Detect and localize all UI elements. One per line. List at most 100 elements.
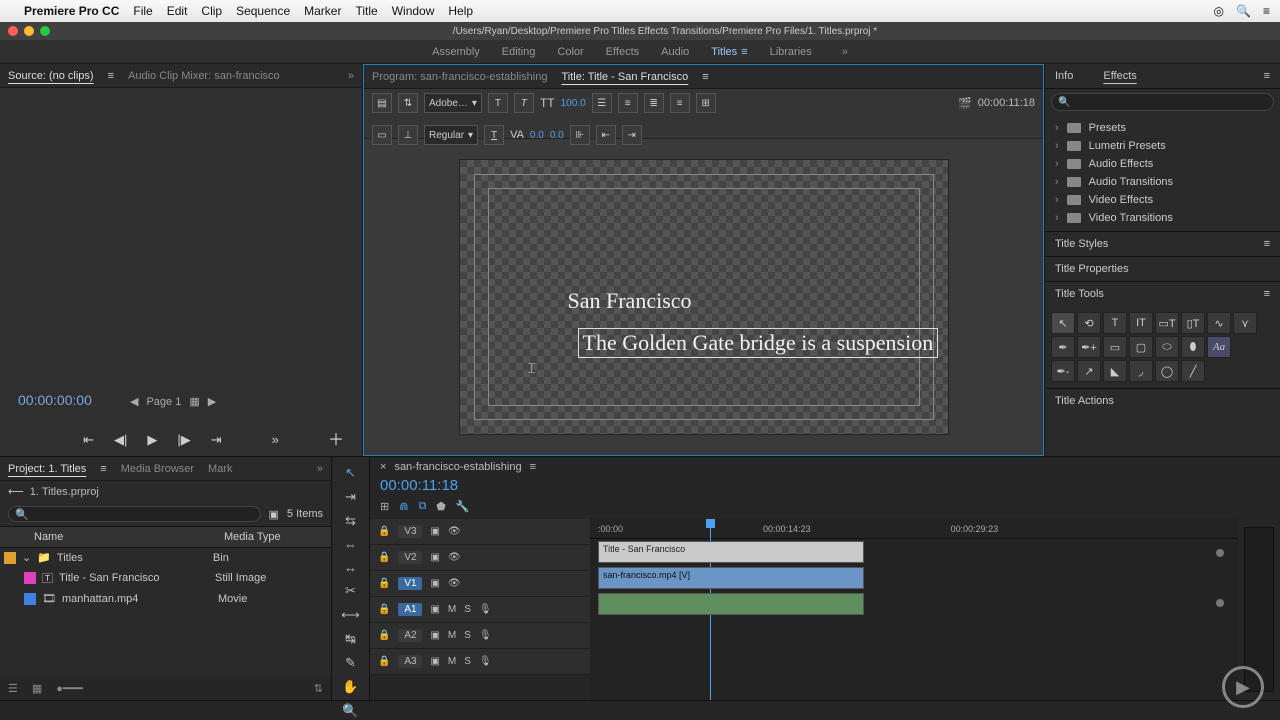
line-tool-icon[interactable]: ╱ <box>1181 360 1205 382</box>
ripple-edit-icon[interactable]: ⇆ <box>345 513 356 529</box>
zoom-slider[interactable]: ●━━━ <box>56 682 83 695</box>
bold-icon[interactable]: T <box>488 93 508 113</box>
linked-selection-icon[interactable]: ⧉ <box>418 500 426 513</box>
title-canvas[interactable]: San Francisco The Golden Gate bridge is … <box>459 159 949 435</box>
prev-page-icon[interactable]: ◀ <box>130 395 138 408</box>
solo-icon[interactable]: S <box>464 656 471 667</box>
step-forward-icon[interactable]: |▶ <box>177 432 190 448</box>
track-v1[interactable]: V1 <box>398 577 422 590</box>
record-icon[interactable]: 🎙 <box>479 604 492 615</box>
cc-icon[interactable]: ◎ <box>1214 4 1224 18</box>
lock-icon[interactable]: 🔒 <box>378 656 390 667</box>
path-type-tool-icon[interactable]: ∿ <box>1207 312 1231 334</box>
media-browser-tab[interactable]: Media Browser <box>121 463 194 475</box>
track-a2[interactable]: A2 <box>398 629 422 642</box>
go-to-in-icon[interactable]: ⇤ <box>83 432 94 448</box>
menu-edit[interactable]: Edit <box>167 4 188 18</box>
section-title-styles[interactable]: Title Styles≡ <box>1045 231 1280 256</box>
folder-lumetri[interactable]: Lumetri Presets <box>1045 137 1280 155</box>
clip-title[interactable]: Title - San Francisco <box>598 541 864 563</box>
marker-icon[interactable]: ⬟ <box>436 500 446 513</box>
tab-titles[interactable]: Titles <box>711 46 747 58</box>
selection-tool-icon[interactable]: ↖ <box>1051 312 1075 334</box>
arc-tool-icon[interactable]: ◞ <box>1129 360 1153 382</box>
section-title-tools[interactable]: Title Tools≡ <box>1045 281 1280 306</box>
source-timecode[interactable]: 00:00:00:00 <box>18 392 92 408</box>
panel-menu-icon[interactable]: ≡ <box>100 463 106 475</box>
sync-lock-icon[interactable]: ▣ <box>430 630 439 641</box>
rolling-edit-icon[interactable]: ⇔ <box>344 537 357 552</box>
sync-lock-icon[interactable]: ▣ <box>430 552 439 563</box>
mark-tab[interactable]: Mark <box>208 463 232 475</box>
tab-effects[interactable]: Effects <box>606 46 639 58</box>
slip-tool-icon[interactable]: ⟷ <box>341 607 360 623</box>
align-right-icon[interactable]: ≡ <box>670 93 690 113</box>
vertical-path-type-icon[interactable]: ⋎ <box>1233 312 1257 334</box>
rotate-tool-icon[interactable]: ⟲ <box>1077 312 1101 334</box>
tab-color[interactable]: Color <box>557 46 583 58</box>
timeline-track-area[interactable]: :00:00 00:00:14:23 00:00:29:23 Title - S… <box>590 519 1238 700</box>
clip-video[interactable]: san-francisco.mp4 [V] <box>598 567 864 589</box>
scroll-thumb[interactable] <box>1216 549 1224 557</box>
rounded-rect-tool-icon[interactable]: ▢ <box>1129 336 1153 358</box>
step-back-icon[interactable]: ◀| <box>114 432 127 448</box>
overflow-icon[interactable]: » <box>842 46 848 58</box>
pen-tool-icon[interactable]: ✎ <box>345 655 356 671</box>
delete-anchor-icon[interactable]: ✒- <box>1051 360 1075 382</box>
minimize-window-button[interactable] <box>24 26 34 36</box>
sort-icon[interactable]: ⇅ <box>314 682 323 695</box>
solo-icon[interactable]: S <box>464 630 471 641</box>
leading-icon[interactable]: ☰ <box>592 93 612 113</box>
search-icon[interactable]: 🔍 <box>1236 4 1251 18</box>
font-size-value[interactable]: 100.0 <box>561 98 586 109</box>
record-icon[interactable]: 🎙 <box>479 656 492 667</box>
folder-video-effects[interactable]: Video Effects <box>1045 191 1280 209</box>
col-media-type[interactable]: Media Type <box>218 527 287 547</box>
menu-help[interactable]: Help <box>448 4 473 18</box>
list-view-icon[interactable]: ☰ <box>8 682 18 695</box>
slide-tool-icon[interactable]: ↹ <box>345 631 356 647</box>
icon-view-icon[interactable]: ▦ <box>32 682 42 695</box>
sync-lock-icon[interactable]: ▣ <box>430 578 439 589</box>
align-left-icon[interactable]: ≡ <box>618 93 638 113</box>
track-a3[interactable]: A3 <box>398 655 422 668</box>
menu-window[interactable]: Window <box>392 4 435 18</box>
type-tool-icon[interactable]: T <box>1103 312 1127 334</box>
sync-lock-icon[interactable]: ▣ <box>430 604 439 615</box>
add-button[interactable]: ＋ <box>328 426 344 450</box>
align-center-icon[interactable]: ≣ <box>644 93 664 113</box>
lock-icon[interactable]: 🔒 <box>378 604 390 615</box>
rounded-rect2-icon[interactable]: ⬮ <box>1181 336 1205 358</box>
clipped-rect-tool-icon[interactable]: ⬭ <box>1155 336 1179 358</box>
lock-icon[interactable]: 🔒 <box>378 526 390 537</box>
ellipse-tool-icon[interactable]: ◯ <box>1155 360 1179 382</box>
menu-marker[interactable]: Marker <box>304 4 341 18</box>
sync-lock-icon[interactable]: ▣ <box>430 526 439 537</box>
zoom-tool-icon[interactable]: 🔍 <box>342 703 358 719</box>
wedge-tool-icon[interactable]: ◣ <box>1103 360 1127 382</box>
template-icon[interactable]: ▤ <box>372 93 392 113</box>
menu-sequence[interactable]: Sequence <box>236 4 290 18</box>
info-tab[interactable]: Info <box>1055 70 1073 82</box>
title-text-sub[interactable]: The Golden Gate bridge is a suspension <box>578 328 939 358</box>
title-text-main[interactable]: San Francisco <box>568 288 692 314</box>
folder-audio-effects[interactable]: Audio Effects <box>1045 155 1280 173</box>
roll-icon[interactable]: ⇅ <box>398 93 418 113</box>
mute-icon[interactable]: M <box>448 604 456 615</box>
back-icon[interactable]: ⟵ <box>8 485 24 498</box>
rate-stretch-icon[interactable]: ↔ <box>344 560 357 575</box>
overflow-icon[interactable]: » <box>317 463 323 475</box>
tab-libraries[interactable]: Libraries <box>770 46 812 58</box>
play-overlay-icon[interactable]: ▶ <box>1222 666 1264 708</box>
panel-menu-icon[interactable]: ≡ <box>702 71 708 83</box>
settings-icon[interactable]: 🔧 <box>456 500 470 513</box>
effects-search-input[interactable]: 🔍 <box>1051 93 1274 111</box>
selection-tool-icon[interactable]: ↖ <box>345 465 356 481</box>
track-v2[interactable]: V2 <box>398 551 422 564</box>
sync-lock-icon[interactable]: ▣ <box>430 656 439 667</box>
lock-icon[interactable]: 🔒 <box>378 630 390 641</box>
rect-tool-icon[interactable]: ▭ <box>1103 336 1127 358</box>
hand-tool-icon[interactable]: ✋ <box>342 679 358 695</box>
title-tab[interactable]: Title: Title - San Francisco <box>561 71 688 83</box>
lock-icon[interactable]: 🔒 <box>378 552 390 563</box>
